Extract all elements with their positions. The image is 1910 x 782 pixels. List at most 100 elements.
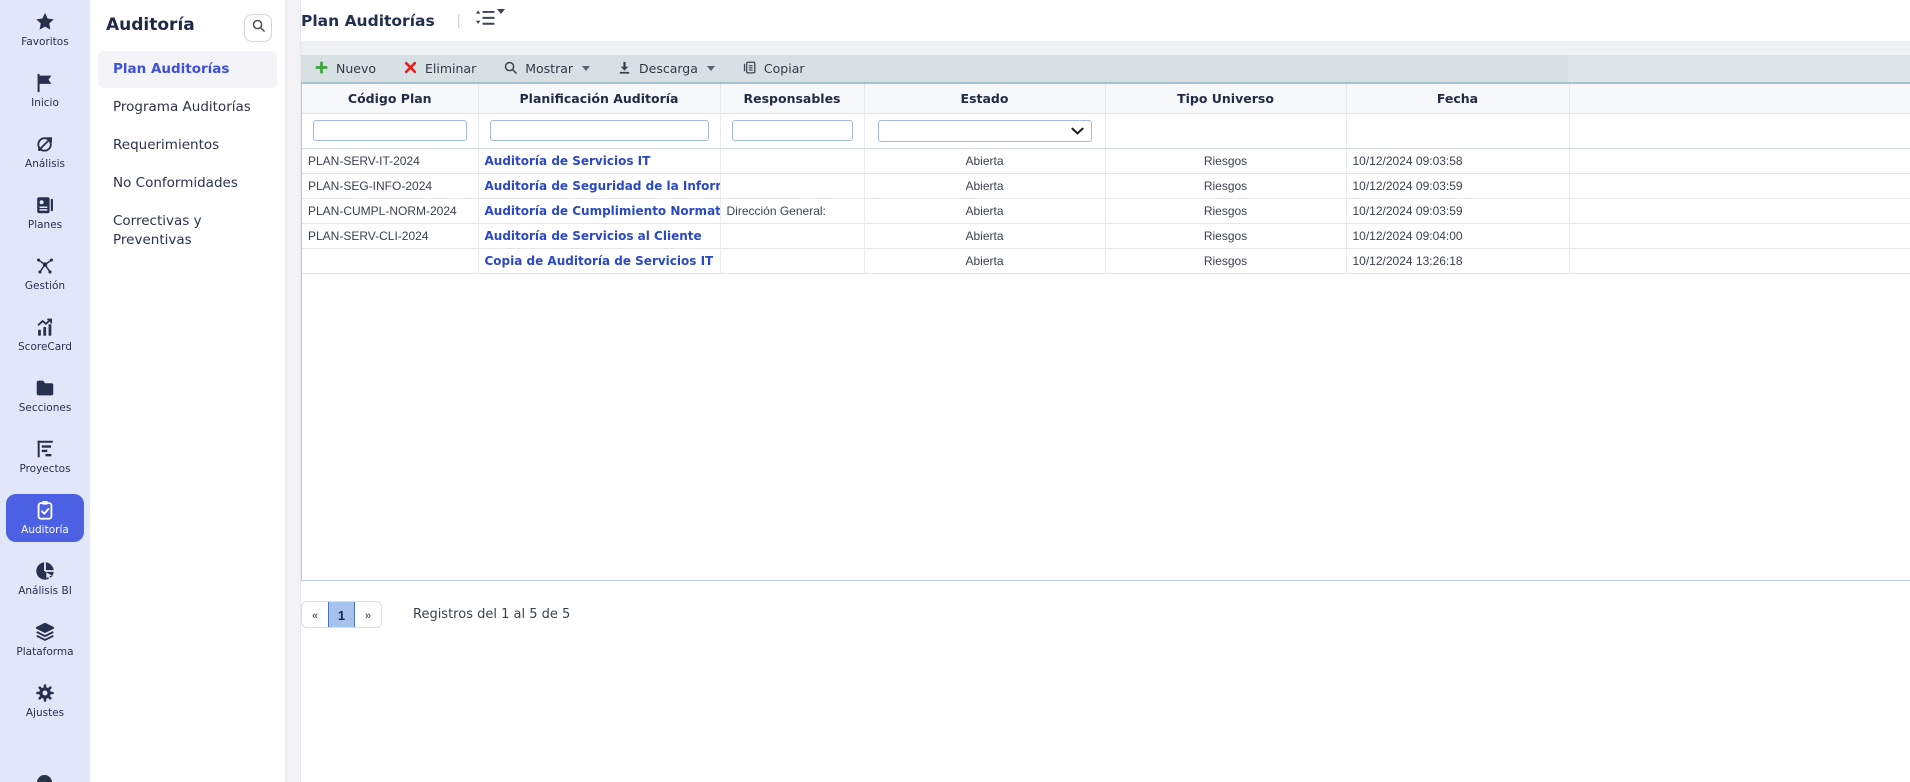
fecha-cell: 10/12/2024 13:26:18: [1346, 248, 1570, 274]
sidebar-item-no-conformidades[interactable]: No Conformidades: [98, 165, 277, 202]
estado-filter-select[interactable]: [877, 119, 1092, 142]
rail-item-analisis-bi[interactable]: Análisis BI: [6, 555, 84, 603]
new-button[interactable]: Nuevo: [314, 60, 376, 78]
download-button[interactable]: Descarga: [617, 60, 715, 78]
column-header-planificacion[interactable]: Planificación Auditoría: [478, 84, 721, 114]
plan-link[interactable]: Auditoría de Cumplimiento Normativo: [485, 204, 720, 218]
column-header-responsables[interactable]: Responsables: [720, 84, 865, 114]
copy-icon: [742, 60, 757, 78]
filter-row: [302, 113, 1910, 149]
folder-icon: [33, 376, 57, 400]
tipo-universo-cell: Riesgos: [1105, 173, 1347, 199]
plus-icon: [314, 60, 329, 78]
star-icon: [33, 10, 57, 34]
plan-link[interactable]: Auditoría de Seguridad de la Información: [485, 179, 720, 193]
network-icon: [33, 254, 57, 278]
rail-item-analisis[interactable]: Análisis: [6, 128, 84, 176]
table-row[interactable]: Copia de Auditoría de Servicios IT Abier…: [302, 248, 1910, 274]
partial-bottom-icon: [37, 775, 52, 782]
view-options-button[interactable]: [474, 9, 505, 32]
responsables-cell: [720, 173, 865, 199]
search-icon: [251, 18, 266, 38]
sidebar-search-button[interactable]: [244, 14, 272, 42]
column-header-tipo-universo[interactable]: Tipo Universo: [1105, 84, 1347, 114]
rail-item-plataforma[interactable]: Plataforma: [6, 616, 84, 664]
fecha-cell: 10/12/2024 09:03:59: [1346, 198, 1570, 224]
rail-item-favoritos[interactable]: Favoritos: [6, 6, 84, 54]
sidebar-item-requerimientos[interactable]: Requerimientos: [98, 127, 277, 164]
sidebar-item-plan-auditorias[interactable]: Plan Auditorías: [98, 51, 277, 88]
responsables-cell: [720, 148, 865, 174]
estado-cell: Abierta: [864, 248, 1106, 274]
codigo-plan-filter-input[interactable]: [313, 120, 467, 141]
responsables-cell: [720, 223, 865, 249]
delete-button[interactable]: Eliminar: [403, 60, 476, 78]
tipo-universo-cell: Riesgos: [1105, 198, 1347, 224]
responsables-filter-input[interactable]: [731, 120, 853, 141]
rail-item-gestion[interactable]: Gestión: [6, 250, 84, 298]
barchart-icon: [33, 315, 57, 339]
rail-item-secciones[interactable]: Secciones: [6, 372, 84, 420]
plan-link[interactable]: Auditoría de Servicios IT: [485, 154, 651, 168]
responsables-cell: Dirección General:: [720, 198, 865, 224]
toolbar-tail: [1568, 55, 1910, 82]
column-header-estado[interactable]: Estado: [864, 84, 1106, 114]
pagination-prev-button[interactable]: «: [302, 602, 328, 627]
main-content: Plan Auditorías | Nuevo Eliminar Mostrar…: [301, 0, 1910, 782]
flag-icon: [33, 71, 57, 95]
gantt-icon: [33, 437, 57, 461]
pagination: « 1 » Registros del 1 al 5 de 5: [301, 601, 1910, 628]
estado-cell: Abierta: [864, 198, 1106, 224]
rail-item-inicio[interactable]: Inicio: [6, 67, 84, 115]
report-icon: [33, 193, 57, 217]
pie-chart-icon: [33, 559, 57, 583]
copy-button[interactable]: Copiar: [742, 60, 805, 78]
page-title: Plan Auditorías: [301, 11, 435, 30]
header-row: Código Plan Planificación Auditoría Resp…: [302, 84, 1910, 114]
table-row[interactable]: PLAN-SERV-IT-2024 Auditoría de Servicios…: [302, 148, 1910, 174]
column-header-fecha[interactable]: Fecha: [1346, 84, 1570, 114]
show-button[interactable]: Mostrar: [503, 60, 591, 78]
layers-icon: [33, 620, 57, 644]
rail-item-proyectos[interactable]: Proyectos: [6, 433, 84, 481]
sidebar-item-programa-auditorias[interactable]: Programa Auditorías: [98, 89, 277, 126]
codigo-cell: PLAN-CUMPL-NORM-2024: [302, 198, 479, 224]
magnifier-icon: [503, 60, 518, 78]
codigo-cell: PLAN-SERV-IT-2024: [302, 148, 479, 174]
module-sidebar: Auditoría Plan Auditorías Programa Audit…: [90, 0, 286, 782]
table-row[interactable]: PLAN-SERV-CLI-2024 Auditoría de Servicio…: [302, 223, 1910, 249]
pagination-page-1[interactable]: 1: [328, 602, 355, 627]
tipo-universo-cell: Riesgos: [1105, 223, 1347, 249]
table-row[interactable]: PLAN-SEG-INFO-2024 Auditoría de Segurida…: [302, 173, 1910, 199]
scroll-gutter: [286, 0, 301, 782]
pagination-next-button[interactable]: »: [355, 602, 381, 627]
plan-link[interactable]: Copia de Auditoría de Servicios IT: [485, 254, 714, 268]
records-summary: Registros del 1 al 5 de 5: [413, 607, 571, 622]
clipboard-check-icon: [33, 498, 57, 522]
download-icon: [617, 60, 632, 78]
plan-link[interactable]: Auditoría de Servicios al Cliente: [485, 229, 702, 243]
codigo-cell: PLAN-SEG-INFO-2024: [302, 173, 479, 199]
list-sort-icon: [474, 9, 496, 32]
rail-item-scorecard[interactable]: ScoreCard: [6, 311, 84, 359]
chevron-down-icon: [582, 66, 591, 71]
gear-icon: [33, 681, 57, 705]
planificacion-filter-input[interactable]: [489, 120, 709, 141]
toolbar-spacer: [301, 41, 1910, 55]
module-menu: Plan Auditorías Programa Auditorías Requ…: [90, 45, 285, 259]
tipo-universo-cell: Riesgos: [1105, 248, 1347, 274]
table-row[interactable]: PLAN-CUMPL-NORM-2024 Auditoría de Cumpli…: [302, 198, 1910, 224]
column-header-codigo-plan[interactable]: Código Plan: [302, 84, 479, 114]
grid-toolbar: Nuevo Eliminar Mostrar Descarga Copiar: [301, 55, 1910, 84]
rail-item-planes[interactable]: Planes: [6, 189, 84, 237]
rail-item-ajustes[interactable]: Ajustes: [6, 677, 84, 725]
rail-item-auditoria[interactable]: Auditoría: [6, 494, 84, 542]
chevron-down-icon: [1070, 122, 1084, 140]
codigo-cell: [302, 248, 479, 274]
estado-cell: Abierta: [864, 223, 1106, 249]
sidebar-item-correctivas-preventivas[interactable]: Correctivas y Preventivas: [98, 203, 277, 259]
app-window: Favoritos Inicio Análisis Planes Gestión…: [0, 0, 1910, 782]
fecha-cell: 10/12/2024 09:03:58: [1346, 148, 1570, 174]
data-grid: Código Plan Planificación Auditoría Resp…: [301, 84, 1910, 581]
estado-cell: Abierta: [864, 173, 1106, 199]
